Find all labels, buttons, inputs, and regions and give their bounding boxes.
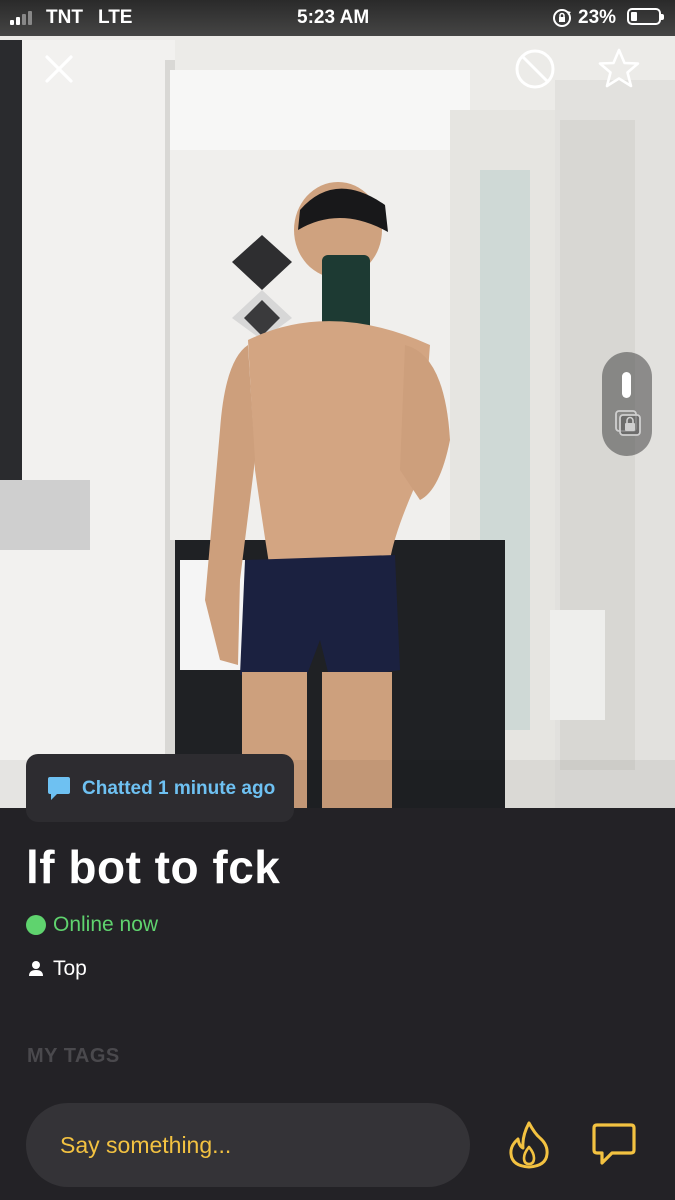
status-bar: TNT LTE 5:23 AM 23% [0, 0, 675, 36]
clock: 5:23 AM [297, 7, 370, 28]
tap-button[interactable] [506, 1120, 552, 1170]
chat-button[interactable] [590, 1122, 638, 1168]
profile-display-name: lf bot to fck [26, 841, 281, 893]
battery-icon [627, 8, 664, 25]
online-status: Online now [26, 913, 158, 937]
message-input[interactable]: Say something... [26, 1103, 470, 1187]
tags-heading: MY TAGS [27, 1045, 120, 1067]
profile-photo-image [0, 0, 675, 808]
online-status-text: Online now [53, 913, 159, 936]
online-dot-icon [26, 915, 46, 935]
signal-strength-icon [10, 9, 32, 25]
network-type: LTE [98, 7, 133, 28]
block-icon [515, 49, 555, 89]
rotation-lock-icon [553, 9, 571, 27]
photo-indicator-active [622, 372, 631, 398]
chat-bubble-icon [48, 777, 70, 800]
position-row: Top [26, 957, 87, 981]
flame-icon [509, 1121, 549, 1169]
profile-photo[interactable] [0, 0, 675, 808]
block-button[interactable] [512, 46, 558, 92]
star-icon [598, 48, 640, 88]
favorite-button[interactable] [596, 46, 642, 92]
photo-pager[interactable] [602, 352, 652, 456]
person-icon [29, 961, 43, 976]
chat-history-text: Chatted 1 minute ago [82, 778, 276, 799]
position-text: Top [53, 957, 87, 980]
chat-icon [592, 1123, 636, 1165]
battery-percent: 23% [578, 7, 617, 28]
close-icon [45, 55, 73, 83]
chat-history-badge: Chatted 1 minute ago [26, 754, 294, 822]
private-album-lock-icon[interactable] [613, 408, 641, 436]
message-input-placeholder: Say something... [60, 1131, 232, 1158]
close-button[interactable] [38, 48, 80, 90]
carrier-name: TNT [46, 7, 83, 28]
